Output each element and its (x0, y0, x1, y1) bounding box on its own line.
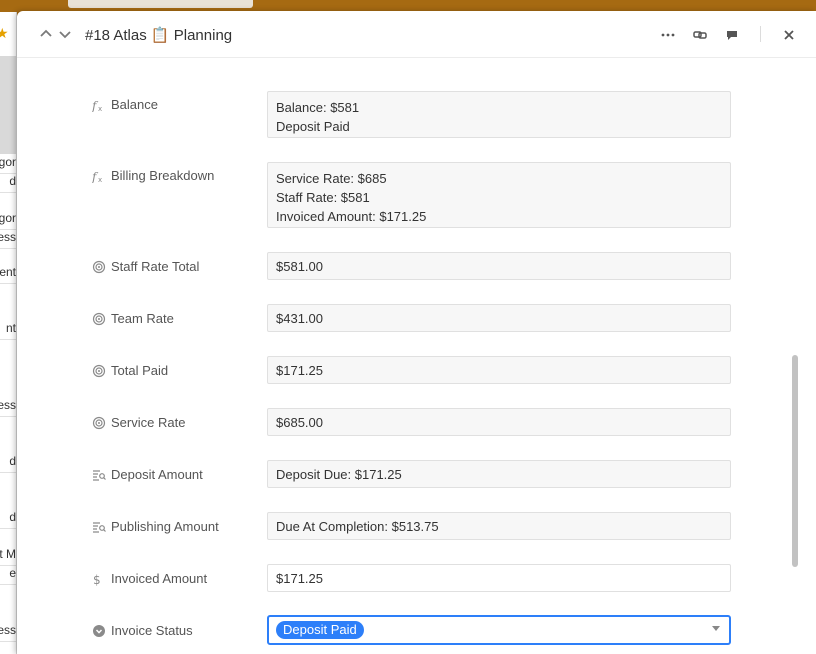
field-label-deposit-amount: Deposit Amount (92, 467, 203, 482)
next-record-chevron-down-icon[interactable] (57, 26, 73, 42)
field-label-publishing-amount: Publishing Amount (92, 519, 219, 534)
record-name: Planning (173, 27, 233, 44)
app-tab[interactable] (68, 0, 253, 8)
rollup-icon (92, 416, 106, 430)
field-input-invoiced-amount[interactable]: $171.25 (267, 564, 731, 592)
rollup-icon (92, 260, 106, 274)
more-options-icon[interactable] (659, 26, 677, 44)
previous-record-chevron-up-icon[interactable] (38, 26, 54, 42)
field-label-staff-rate-total: Staff Rate Total (92, 259, 199, 274)
invoice-status-select[interactable]: Deposit Paid (267, 615, 731, 645)
svg-text:x: x (98, 176, 102, 183)
record-fields: fx Balance Balance: $581 Deposit Paid fx… (17, 59, 816, 654)
field-label-invoice-status: Invoice Status (92, 623, 193, 638)
field-label-team-rate: Team Rate (92, 311, 174, 326)
field-value-publishing-amount[interactable]: Due At Completion: $513.75 (267, 512, 731, 540)
formula-icon: fx (92, 98, 106, 112)
close-icon[interactable] (780, 26, 798, 44)
lookup-icon (92, 468, 106, 482)
field-label-service-rate: Service Rate (92, 415, 185, 430)
record-title: #18 Atlas 📋 Planning (85, 26, 232, 44)
field-value-billing-breakdown[interactable]: Service Rate: $685 Staff Rate: $581 Invo… (267, 162, 731, 228)
header-divider (760, 26, 761, 42)
scrollbar-track[interactable] (807, 59, 816, 654)
field-label-billing-breakdown: fx Billing Breakdown (92, 168, 215, 183)
scrollbar-thumb[interactable] (792, 355, 798, 567)
background-header-cell (0, 56, 16, 154)
record-modal: #18 Atlas 📋 Planning fx Balance Balance:… (17, 11, 816, 654)
modal-header: #18 Atlas 📋 Planning (17, 11, 816, 58)
background-cell[interactable]: ess (0, 227, 16, 249)
field-label-balance: fx Balance (92, 97, 158, 112)
field-value-staff-rate-total[interactable]: $581.00 (267, 252, 731, 280)
currency-icon: $ (92, 572, 106, 586)
field-value-deposit-amount[interactable]: Deposit Due: $171.25 (267, 460, 731, 488)
field-value-team-rate[interactable]: $431.00 (267, 304, 731, 332)
formula-icon: fx (92, 169, 106, 183)
field-value-total-paid[interactable]: $171.25 (267, 356, 731, 384)
rollup-icon (92, 312, 106, 326)
background-grid-column: ★ gor d gor ess ent nt ess d d t M e ess (0, 12, 17, 654)
record-number: #18 Atlas (85, 27, 147, 44)
field-value-service-rate[interactable]: $685.00 (267, 408, 731, 436)
background-cell[interactable]: nt (0, 318, 16, 340)
background-cell[interactable]: ess (0, 620, 16, 642)
background-cell[interactable]: e (0, 563, 16, 585)
background-cell[interactable]: ess (0, 395, 16, 417)
field-value-balance[interactable]: Balance: $581 Deposit Paid (267, 91, 731, 138)
dropdown-caret-icon[interactable] (712, 626, 720, 631)
field-label-invoiced-amount: $ Invoiced Amount (92, 571, 208, 586)
background-cell[interactable]: d (0, 451, 16, 473)
background-cell[interactable]: d (0, 507, 16, 529)
rollup-icon (92, 364, 106, 378)
single-select-icon (92, 624, 106, 638)
clipboard-emoji: 📋 (150, 27, 170, 44)
background-cell[interactable]: ent (0, 262, 16, 284)
lookup-icon (92, 520, 106, 534)
star-icon: ★ (0, 25, 9, 42)
background-cell[interactable]: d (0, 171, 16, 193)
comments-icon[interactable] (723, 26, 741, 44)
field-label-total-paid: Total Paid (92, 363, 168, 378)
copy-link-icon[interactable] (691, 26, 709, 44)
svg-text:x: x (98, 105, 102, 112)
svg-text:$: $ (93, 573, 101, 586)
status-pill: Deposit Paid (276, 621, 364, 639)
